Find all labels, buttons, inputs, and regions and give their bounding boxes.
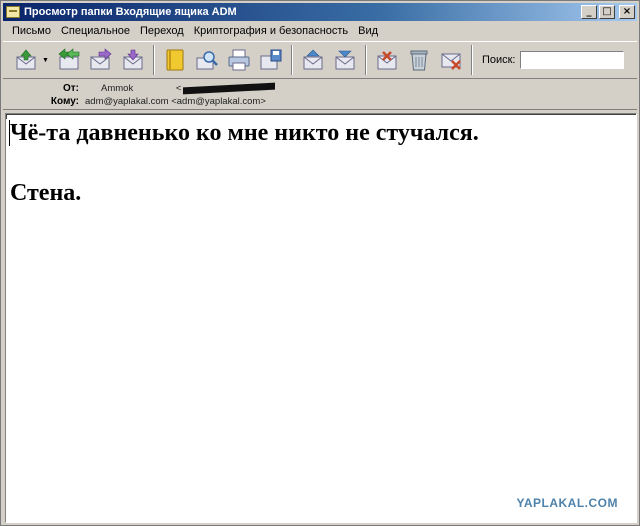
from-name: Ammok [101, 83, 134, 94]
to-value[interactable]: adm@yaplakal.com <adm@yaplakal.com> [85, 96, 266, 107]
print-icon [228, 49, 250, 71]
trash-icon [410, 50, 428, 71]
new-message-icon [123, 49, 143, 70]
menu-go[interactable]: Переход [135, 25, 189, 37]
new-message-button[interactable] [119, 46, 147, 74]
get-mail-dropdown-icon[interactable]: ▼ [42, 57, 49, 64]
minimize-button[interactable]: _ [581, 5, 597, 19]
mail-window: Просмотр папки Входящие ящика ADM _ □ × … [0, 0, 640, 526]
mark-spam-icon [377, 51, 397, 70]
watermark-logo: YAPLAKAL.COM [516, 496, 618, 510]
from-value[interactable]: Ammok < [85, 82, 276, 95]
menu-letter[interactable]: Письмо [7, 25, 56, 37]
window-title: Просмотр папки Входящие ящика ADM [24, 6, 237, 18]
save-button[interactable] [257, 46, 285, 74]
redacted-address [183, 82, 276, 95]
address-book-button[interactable] [161, 46, 189, 74]
reply-all-icon [58, 48, 80, 70]
next-icon [335, 50, 355, 70]
search-input[interactable] [520, 51, 625, 69]
find-icon [196, 51, 218, 70]
toolbar-separator [290, 45, 293, 75]
find-button[interactable] [193, 46, 221, 74]
maximize-button[interactable]: □ [599, 5, 615, 19]
delete-button[interactable] [405, 46, 433, 74]
menu-bar: Письмо Специальное Переход Криптография … [3, 22, 637, 40]
next-button[interactable] [331, 46, 359, 74]
toolbar-separator [364, 45, 367, 75]
menu-crypto[interactable]: Криптография и безопасность [189, 25, 353, 37]
print-button[interactable] [225, 46, 253, 74]
get-mail-icon [16, 49, 36, 70]
menu-special[interactable]: Специальное [56, 25, 135, 37]
previous-button[interactable] [299, 46, 327, 74]
message-line-1: Чё-та давненько ко мне никто не стучался… [10, 120, 479, 146]
toolbar-separator [470, 45, 473, 75]
message-line-2: Стена. [10, 180, 82, 206]
mail-app-icon [6, 6, 20, 18]
from-label: От: [62, 83, 79, 94]
message-header-pane: От: Ammok < Кому: adm@yaplakal.com <adm@… [3, 80, 637, 110]
delete-message-button[interactable] [437, 46, 465, 74]
from-address-open: < [175, 83, 182, 94]
title-bar[interactable]: Просмотр папки Входящие ящика ADM _ □ × [3, 3, 637, 21]
reply-all-button[interactable] [55, 46, 83, 74]
toolbar: ▼ Поиск: [3, 41, 637, 79]
forward-button[interactable] [87, 46, 115, 74]
mark-spam-button[interactable] [373, 46, 401, 74]
toolbar-separator [152, 45, 155, 75]
get-mail-button[interactable] [12, 46, 40, 74]
forward-icon [90, 48, 112, 70]
address-book-icon [166, 49, 184, 71]
message-body[interactable]: Чё-та давненько ко мне никто не стучался… [5, 113, 637, 523]
save-icon [260, 49, 282, 70]
delete-message-icon [441, 53, 461, 70]
previous-icon [303, 49, 323, 70]
menu-view[interactable]: Вид [353, 25, 383, 37]
close-button[interactable]: × [619, 5, 635, 19]
to-label: Кому: [50, 96, 79, 107]
search-label: Поиск: [481, 54, 516, 66]
